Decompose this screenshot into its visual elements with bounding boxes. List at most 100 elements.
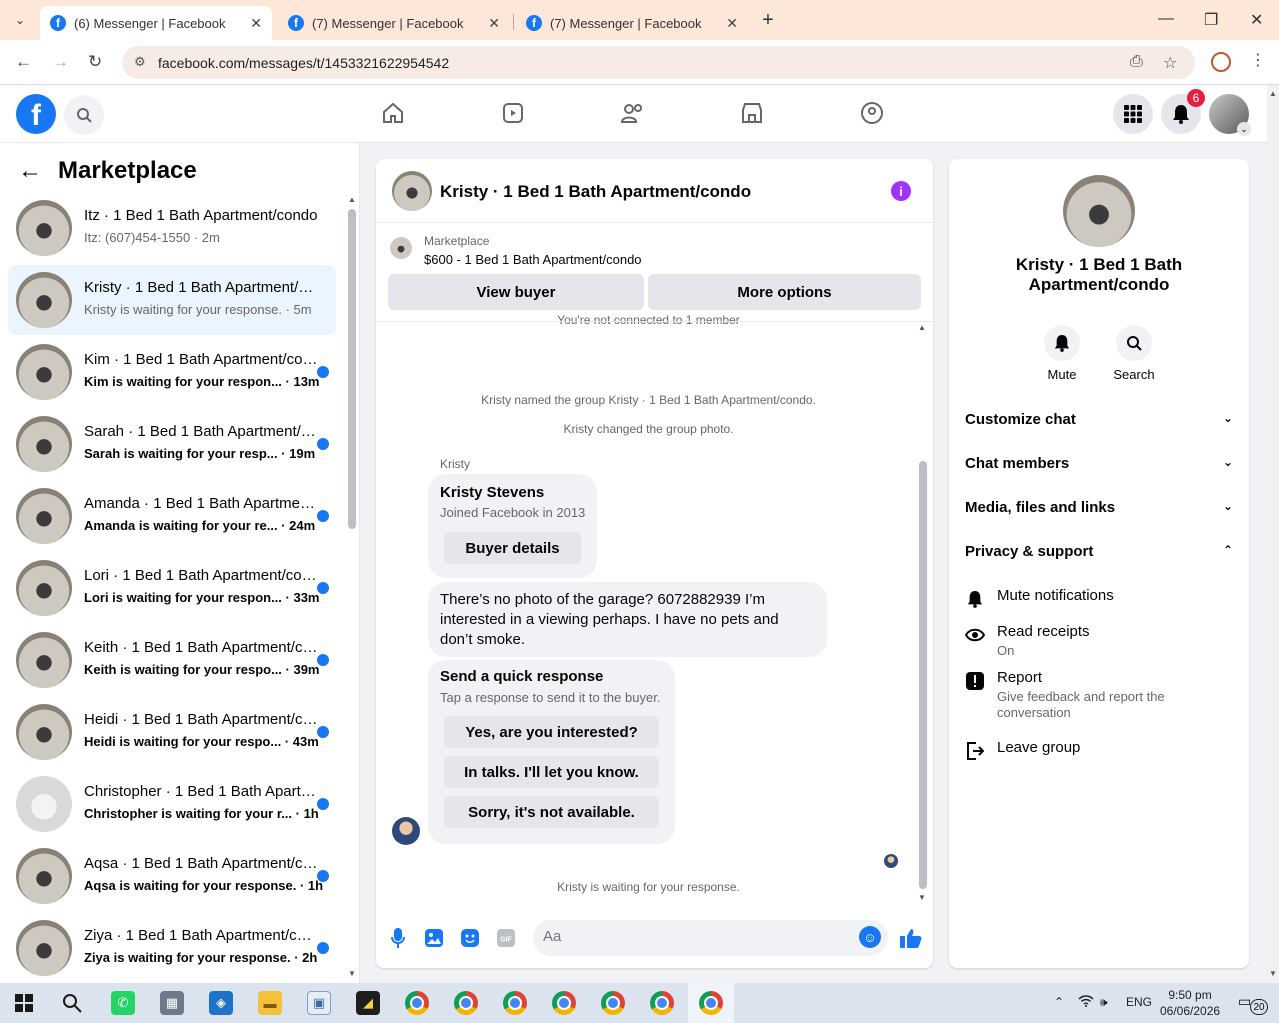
conversation-item[interactable]: Ziya · 1 Bed 1 Bath Apartment/condo Ziya … [8,913,336,983]
conversation-item[interactable]: Kim · 1 Bed 1 Bath Apartment/condo Kim is… [8,337,336,407]
thumbs-up-icon[interactable] [900,927,922,949]
message-composer[interactable]: ☺ [533,920,888,956]
omnibox[interactable]: ⚙ facebook.com/messages/t/14533216229545… [122,46,1195,79]
notification-center-icon[interactable]: ▭ 20 [1238,993,1268,1015]
privacy-support-row[interactable]: Privacy & support ⌃ [965,537,1233,567]
conversation-item[interactable]: Itz · 1 Bed 1 Bath Apartment/condo Itz: (… [8,193,336,263]
wifi-icon[interactable] [1078,995,1094,1010]
account-avatar[interactable]: ⌄ [1209,94,1251,136]
language-indicator[interactable]: ENG [1126,995,1152,1009]
minimize-icon[interactable]: — [1158,10,1174,28]
groups-icon[interactable] [858,99,886,127]
chat-scrollbar[interactable]: ▲ ▼ [917,323,927,903]
conversation-item[interactable]: Aqsa · 1 Bed 1 Bath Apartment/condo Aqsa … [8,841,336,911]
conversation-item[interactable]: Kristy · 1 Bed 1 Bath Apartment/condo Kri… [8,265,336,335]
video-icon[interactable] [499,99,527,127]
close-tab-icon[interactable]: ✕ [726,15,738,32]
calculator-icon[interactable]: ▦ [160,991,184,1015]
facebook-search-icon[interactable] [64,95,104,135]
chrome-icon[interactable] [405,991,429,1015]
sticky-notes-icon[interactable]: ◢ [356,991,380,1015]
buyer-details-button[interactable]: Buyer details [444,532,581,564]
chrome-profile-icon[interactable] [601,991,625,1015]
search-icon[interactable] [60,991,84,1015]
emoji-icon[interactable]: ☺ [859,926,881,948]
quick-response-option[interactable]: Sorry, it's not available. [444,796,659,828]
scroll-up-arrow-icon[interactable]: ▲ [918,323,926,332]
volume-icon[interactable]: 🕪 [1100,995,1108,1010]
conversation-item[interactable]: Heidi · 1 Bed 1 Bath Apartment/condo Heid… [8,697,336,767]
browser-tab-2[interactable]: f (7) Messenger | Facebook ✕ [278,6,510,40]
close-tab-icon[interactable]: ✕ [488,15,500,32]
browser-profile-icon[interactable] [1211,52,1231,72]
chrome-profile-icon[interactable] [699,991,723,1015]
url-text[interactable]: facebook.com/messages/t/1453321622954542 [158,55,449,71]
media-files-links-row[interactable]: Media, files and links ⌄ [965,493,1233,523]
menu-grid-icon[interactable] [1113,94,1153,134]
scroll-up-arrow-icon[interactable]: ▲ [1269,89,1277,98]
back-icon[interactable]: ← [15,52,32,72]
read-receipts-item[interactable]: Read receipts On [965,623,1233,663]
mute-action[interactable]: Mute [1034,325,1090,382]
sticker-icon[interactable] [459,927,481,949]
marketplace-icon[interactable] [738,99,766,127]
chrome-profile-icon[interactable] [552,991,576,1015]
group-avatar[interactable] [1063,175,1135,247]
microphone-icon[interactable] [387,927,409,949]
install-app-icon[interactable]: ⎙ [1130,53,1143,71]
search-icon[interactable] [1116,325,1152,361]
chat-members-row[interactable]: Chat members ⌄ [965,449,1233,479]
bookmark-star-icon[interactable]: ☆ [1163,53,1177,73]
conversation-item[interactable]: Christopher · 1 Bed 1 Bath Apartment/con… [8,769,336,839]
chrome-profile-icon[interactable] [503,991,527,1015]
view-buyer-button[interactable]: View buyer [388,274,644,310]
customize-chat-row[interactable]: Customize chat ⌄ [965,405,1233,435]
friends-icon[interactable] [619,99,647,127]
more-options-button[interactable]: More options [648,274,921,310]
gif-icon[interactable]: GIF [495,927,517,949]
scroll-up-arrow-icon[interactable]: ▲ [348,195,356,204]
conversation-item[interactable]: Keith · 1 Bed 1 Bath Apartment/condo Keit… [8,625,336,695]
home-icon[interactable] [379,99,407,127]
browser-menu-icon[interactable]: ⋮ [1250,50,1266,70]
scroll-down-arrow-icon[interactable]: ▼ [348,969,356,978]
close-window-icon[interactable]: ✕ [1250,10,1263,30]
mute-notifications-item[interactable]: Mute notifications [965,587,1233,611]
forward-icon[interactable]: → [52,52,69,72]
scroll-down-arrow-icon[interactable]: ▼ [918,893,926,902]
quick-response-option[interactable]: Yes, are you interested? [444,716,659,748]
chat-avatar[interactable] [392,171,432,211]
back-arrow-icon[interactable]: ← [18,157,42,185]
message-input[interactable] [543,928,843,945]
clock[interactable]: 9:50 pm 06/06/2026 [1160,987,1220,1019]
file-explorer-icon[interactable]: ▬ [258,991,282,1015]
browser-tab-3[interactable]: f (7) Messenger | Facebook ✕ [516,6,748,40]
chrome-profile-icon[interactable] [454,991,478,1015]
reload-icon[interactable]: ↻ [88,52,102,72]
search-action[interactable]: Search [1106,325,1162,382]
bell-icon[interactable] [1044,325,1080,361]
listing-title[interactable]: $600 - 1 Bed 1 Bath Apartment/condo [424,252,642,267]
app-icon[interactable]: ◈ [209,991,233,1015]
restore-icon[interactable]: ❐ [1204,10,1218,30]
scrollbar-thumb[interactable] [348,209,356,529]
close-tab-icon[interactable]: ✕ [250,15,262,32]
chrome-profile-icon[interactable] [650,991,674,1015]
site-settings-icon[interactable]: ⚙ [134,54,146,70]
conversation-item[interactable]: Amanda · 1 Bed 1 Bath Apartment/condo Ama… [8,481,336,551]
sidebar-scrollbar[interactable]: ▲ ▼ [346,195,356,983]
report-item[interactable]: Report Give feedback and report the conv… [965,669,1233,725]
facebook-logo-icon[interactable]: f [16,94,56,134]
new-tab-button[interactable]: + [758,8,778,32]
scroll-down-arrow-icon[interactable]: ▼ [1269,969,1277,978]
windows-start-icon[interactable] [12,991,36,1015]
conversation-item[interactable]: Sarah · 1 Bed 1 Bath Apartment/condo Sara… [8,409,336,479]
chat-title[interactable]: Kristy · 1 Bed 1 Bath Apartment/condo [440,182,751,202]
browser-tab-1[interactable]: f (6) Messenger | Facebook ✕ [40,6,272,40]
leave-group-item[interactable]: Leave group [965,739,1233,763]
whatsapp-icon[interactable]: ✆ [111,991,135,1015]
tray-chevron-up-icon[interactable]: ⌃ [1054,995,1064,1009]
photos-icon[interactable]: ▣ [307,991,331,1015]
conversation-item[interactable]: Lori · 1 Bed 1 Bath Apartment/condo Lori … [8,553,336,623]
photo-icon[interactable] [423,927,445,949]
